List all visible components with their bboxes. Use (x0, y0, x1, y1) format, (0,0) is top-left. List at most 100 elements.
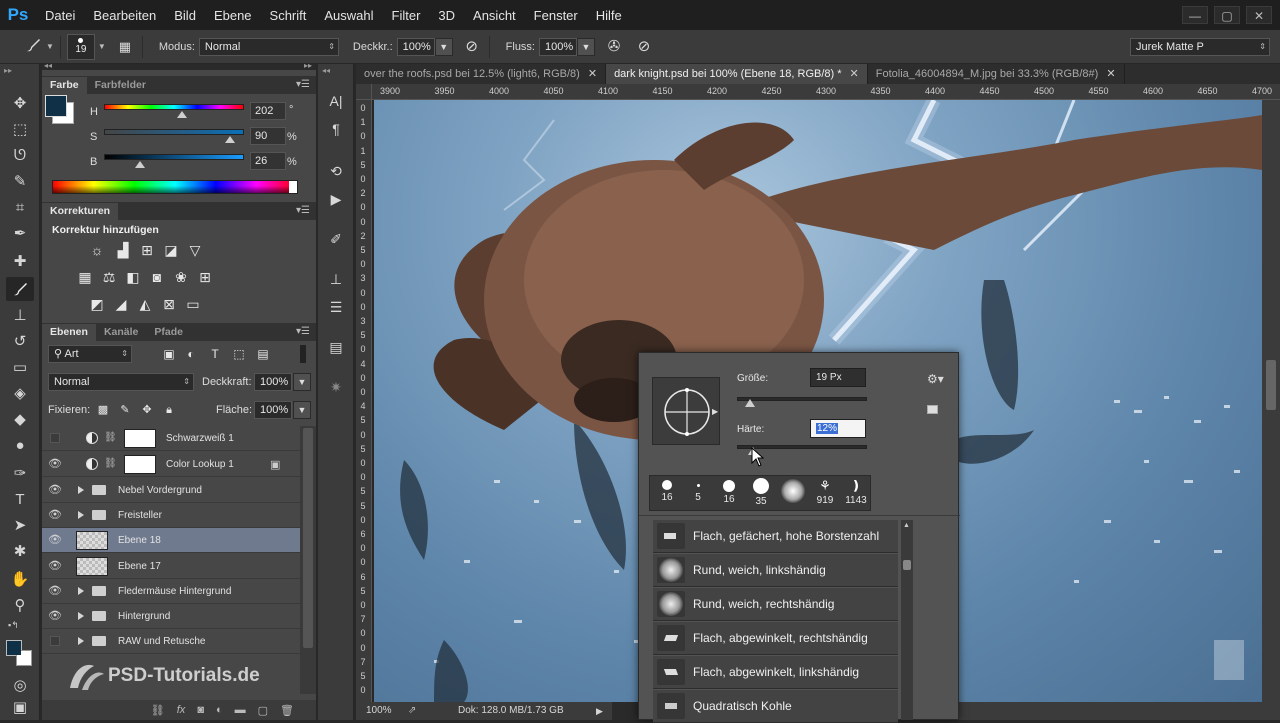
hue-sat-icon[interactable]: ▦ (76, 268, 94, 286)
status-menu-arrow-icon[interactable]: ▶ (596, 702, 603, 720)
menu-ansicht[interactable]: Ansicht (464, 8, 525, 23)
black-white-icon[interactable]: ◧ (124, 268, 142, 286)
export-icon[interactable]: ⇗ (408, 702, 416, 720)
panel-foreground-swatch[interactable] (45, 95, 67, 117)
close-tab-icon[interactable]: ✕ (588, 68, 597, 80)
link-layers-icon[interactable]: ⛓ (151, 704, 165, 717)
maximize-button[interactable]: ▢ (1214, 6, 1240, 24)
layer-row-selected[interactable]: 👁︎ Ebene 18 (42, 528, 300, 553)
crop-tool-icon[interactable]: ⌗ (6, 196, 34, 220)
scroll-up-icon[interactable]: ▲ (903, 522, 910, 529)
color-lookup-icon[interactable]: ⊞ (196, 268, 214, 286)
menu-schrift[interactable]: Schrift (261, 8, 316, 23)
eye-icon[interactable]: 👁︎ (48, 559, 62, 573)
channel-mixer-icon[interactable]: ❀ (172, 268, 190, 286)
fill-dropdown[interactable]: ▼ (293, 401, 311, 419)
brush-list-item[interactable]: Flach, abgewinkelt, rechtshändig (653, 622, 898, 655)
pressure-size-icon[interactable]: ⊘ (633, 36, 655, 58)
paragraph-panel-icon[interactable]: ¶ (324, 118, 348, 140)
h-input[interactable]: 202 (250, 102, 286, 120)
character-panel-icon[interactable]: A| (324, 90, 348, 112)
spectrum-white-swatch[interactable] (289, 181, 297, 193)
eye-icon[interactable]: 👁︎ (48, 457, 62, 471)
doc-tab-fotolia[interactable]: Fotolia_46004894_M.jpg bei 33.3% (RGB/8#… (868, 64, 1125, 84)
clone-source-icon[interactable]: ⊥ (324, 268, 348, 290)
menu-ebene[interactable]: Ebene (205, 8, 261, 23)
group-expand-icon[interactable] (78, 486, 84, 494)
eraser-tool-icon[interactable]: ▭ (6, 356, 34, 380)
panel-menu-icon[interactable]: ▾☰ (296, 326, 310, 337)
close-tab-icon[interactable]: ✕ (1106, 68, 1115, 80)
workspace-select[interactable]: Jurek Matte P ⇕ (1130, 37, 1270, 56)
brush-picker-arrow-icon[interactable]: ▼ (98, 42, 106, 51)
hardness-input[interactable]: 12% (810, 419, 866, 438)
default-colors-icon[interactable]: ▪↰ (8, 620, 19, 631)
group-expand-icon[interactable] (78, 511, 84, 519)
dodge-tool-icon[interactable]: ● (6, 434, 34, 458)
brush-list-item[interactable]: Rund, weich, rechtshändig (653, 588, 898, 621)
path-selection-tool-icon[interactable]: ➤ (6, 514, 34, 538)
new-group-icon[interactable]: ▬ (235, 704, 246, 716)
menu-auswahl[interactable]: Auswahl (315, 8, 382, 23)
color-spectrum-bar[interactable] (52, 180, 298, 194)
brush-list-item[interactable]: Flach, abgewinkelt, linkshändig (653, 656, 898, 689)
size-input[interactable]: 19 Px (810, 368, 866, 387)
mode-select[interactable]: Normal ⇕ (198, 37, 339, 56)
eye-icon[interactable]: 👁︎ (48, 533, 62, 547)
opacity-input[interactable]: 100% (396, 37, 435, 56)
screen-mode-icon[interactable]: ▣ (6, 696, 34, 720)
move-tool-icon[interactable]: ✥ (6, 92, 34, 116)
layer-opacity-input[interactable]: 100% (254, 373, 292, 391)
invert-icon[interactable]: ◩ (88, 295, 106, 313)
ruler-origin[interactable] (356, 84, 372, 100)
flow-dropdown-button[interactable]: ▼ (577, 37, 595, 56)
brush-list-item[interactable]: Flach, gefächert, hohe Borstenzahl (653, 520, 898, 553)
preset-brush[interactable] (778, 476, 808, 510)
brush-preset-picker[interactable]: 19 (66, 33, 95, 60)
layer-opacity-dropdown[interactable]: ▼ (293, 373, 311, 391)
layer-row[interactable]: 👁︎ Fledermäuse Hintergrund (42, 579, 300, 604)
healing-brush-tool-icon[interactable]: ✚ (6, 250, 34, 274)
eye-icon[interactable]: 👁︎ (48, 584, 62, 598)
lasso-tool-icon[interactable]: ᘎ (6, 144, 34, 168)
curves-icon[interactable]: ⊞ (138, 241, 156, 259)
history-brush-tool-icon[interactable]: ↺ (6, 330, 34, 354)
pressure-opacity-icon[interactable]: ⊘ (461, 36, 483, 58)
panel-menu-icon[interactable]: ▾☰ (296, 205, 310, 216)
light-icon[interactable]: ✷ (324, 376, 348, 398)
brush-settings-gear-icon[interactable]: ⚙▾ (927, 372, 944, 386)
menu-bearbeiten[interactable]: Bearbeiten (84, 8, 165, 23)
delete-layer-icon[interactable]: 🗑︎ (280, 704, 294, 717)
brush-list-scroll-thumb[interactable] (903, 560, 911, 570)
group-expand-icon[interactable] (78, 587, 84, 595)
brush-list-item[interactable]: Rund, weich, linkshändig (653, 554, 898, 587)
filter-adjustment-icon[interactable]: ◐ (182, 345, 200, 363)
filter-type-icon[interactable]: T (206, 345, 224, 363)
new-preset-icon[interactable] (927, 405, 938, 414)
close-tab-icon[interactable]: ✕ (850, 68, 859, 80)
close-window-button[interactable]: ✕ (1246, 6, 1272, 24)
quick-mask-icon[interactable]: ◎ (6, 674, 34, 698)
actions-panel-icon[interactable]: ▶ (324, 188, 348, 210)
lock-transparency-icon[interactable]: ▩ (94, 401, 112, 419)
eye-icon[interactable]: 👁︎ (48, 483, 62, 497)
preset-brush[interactable]: ❫ 1143 (841, 476, 871, 510)
tool-preset-dropdown-icon[interactable]: ▼ (46, 42, 54, 51)
b-input[interactable]: 26 (250, 152, 286, 170)
tab-pfade[interactable]: Pfade (146, 324, 191, 341)
tab-ebenen[interactable]: Ebenen (42, 324, 96, 341)
filter-smart-object-icon[interactable]: ▤ (254, 345, 272, 363)
layers-scrollbar[interactable] (300, 426, 316, 694)
s-slider-thumb[interactable] (225, 136, 235, 143)
history-panel-icon[interactable]: ⟲ (324, 160, 348, 182)
menu-fenster[interactable]: Fenster (525, 8, 587, 23)
s-slider[interactable] (104, 129, 244, 135)
group-expand-icon[interactable] (78, 637, 84, 645)
exposure-icon[interactable]: ◪ (162, 241, 180, 259)
panel-menu-icon[interactable]: ▾☰ (296, 79, 310, 90)
color-balance-icon[interactable]: ⚖ (100, 268, 118, 286)
preset-brush[interactable]: ⚘ 919 (810, 476, 840, 510)
h-slider[interactable] (104, 104, 244, 110)
brush-list-scrollbar[interactable]: ▲ (901, 520, 913, 720)
flow-input[interactable]: 100% (539, 37, 577, 56)
